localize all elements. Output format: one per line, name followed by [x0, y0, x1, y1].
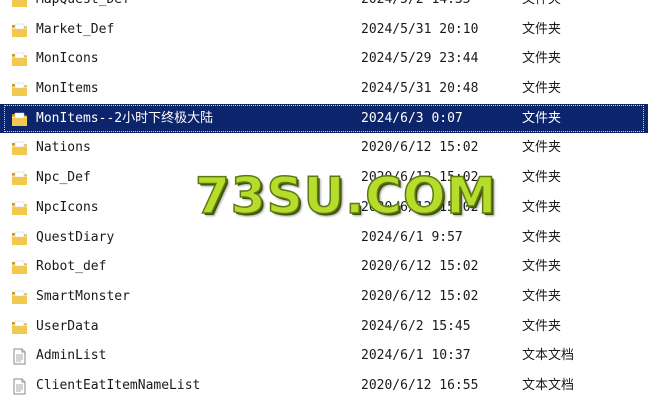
file-type: 文件夹 — [522, 170, 562, 186]
modified-date: 2024/6/3 0:07 — [361, 110, 463, 126]
file-type: 文件夹 — [522, 51, 562, 67]
folder-icon — [11, 80, 28, 97]
file-type: 文本文档 — [522, 348, 575, 364]
folder-icon — [11, 318, 28, 335]
file-row-selected[interactable]: MonItems--2小时下终极大陆 2024/6/3 0:07 文件夹 — [0, 103, 648, 134]
file-name: SmartMonster — [36, 288, 130, 304]
file-name: MonIcons — [36, 51, 99, 67]
modified-date: 2024/5/2 14:35 — [361, 0, 471, 15]
file-row[interactable]: MapQuest_Def 2024/5/2 14:35 文件夹 — [0, 0, 648, 15]
file-row[interactable]: Robot_def 2020/6/12 15:02 文件夹 — [0, 252, 648, 282]
modified-date: 2020/6/12 16:55 — [361, 377, 479, 393]
folder-icon — [11, 110, 28, 127]
file-type: 文件夹 — [522, 81, 562, 97]
modified-date: 2020/6/12 15:02 — [361, 288, 479, 304]
file-name: Market_Def — [36, 21, 115, 37]
folder-icon — [11, 258, 28, 275]
file-name: UserData — [36, 318, 99, 334]
folder-icon — [11, 288, 28, 305]
file-row[interactable]: Nations 2020/6/12 15:02 文件夹 — [0, 133, 648, 163]
folder-icon — [11, 229, 28, 246]
text-document-icon — [11, 377, 28, 395]
modified-date: 2024/5/31 20:48 — [361, 81, 479, 97]
folder-icon — [11, 21, 28, 38]
modified-date: 2024/6/1 10:37 — [361, 348, 471, 364]
folder-icon — [11, 199, 28, 216]
folder-icon — [11, 50, 28, 67]
folder-icon — [11, 139, 28, 156]
file-name: ClientEatItemNameList — [36, 377, 201, 393]
modified-date: 2020/6/12 15:02 — [361, 259, 479, 275]
watermark-logo: 73SU.COM — [194, 166, 498, 226]
folder-icon — [11, 169, 28, 186]
file-type: 文件夹 — [522, 0, 561, 15]
file-type: 文件夹 — [522, 288, 562, 304]
file-type: 文件夹 — [522, 259, 562, 275]
file-name: NpcIcons — [36, 199, 99, 215]
file-row[interactable]: QuestDiary 2024/6/1 9:57 文件夹 — [0, 223, 648, 253]
file-name: Npc_Def — [36, 170, 91, 186]
file-type: 文本文档 — [522, 377, 575, 393]
modified-date: 2024/5/29 23:44 — [361, 51, 479, 67]
file-type: 文件夹 — [522, 21, 562, 37]
modified-date: 2024/5/31 20:10 — [361, 21, 479, 37]
text-document-icon — [11, 347, 28, 365]
file-name: AdminList — [36, 348, 107, 364]
folder-icon — [11, 0, 28, 8]
file-type: 文件夹 — [522, 199, 562, 215]
file-name: Nations — [36, 140, 91, 156]
file-type: 文件夹 — [522, 110, 562, 126]
file-row[interactable]: UserData 2024/6/2 15:45 文件夹 — [0, 312, 648, 342]
file-row[interactable]: Market_Def 2024/5/31 20:10 文件夹 — [0, 15, 648, 45]
file-name: QuestDiary — [36, 229, 115, 245]
file-name: MapQuest_Def — [36, 0, 130, 15]
file-row[interactable]: MonItems 2024/5/31 20:48 文件夹 — [0, 74, 648, 104]
file-row[interactable]: MonIcons 2024/5/29 23:44 文件夹 — [0, 44, 648, 74]
file-row[interactable]: AdminList 2024/6/1 10:37 文本文档 — [0, 341, 648, 371]
file-name: MonItems--2小时下终极大陆 — [36, 110, 214, 126]
file-name: Robot_def — [36, 259, 107, 275]
modified-date: 2024/6/2 15:45 — [361, 318, 471, 334]
file-row[interactable]: ClientEatItemNameList 2020/6/12 16:55 文本文档 — [0, 371, 648, 401]
file-type: 文件夹 — [522, 318, 562, 334]
file-row[interactable]: SmartMonster 2020/6/12 15:02 文件夹 — [0, 282, 648, 312]
modified-date: 2020/6/12 15:02 — [361, 140, 479, 156]
file-type: 文件夹 — [522, 229, 562, 245]
file-type: 文件夹 — [522, 140, 562, 156]
modified-date: 2024/6/1 9:57 — [361, 229, 463, 245]
file-name: MonItems — [36, 81, 99, 97]
